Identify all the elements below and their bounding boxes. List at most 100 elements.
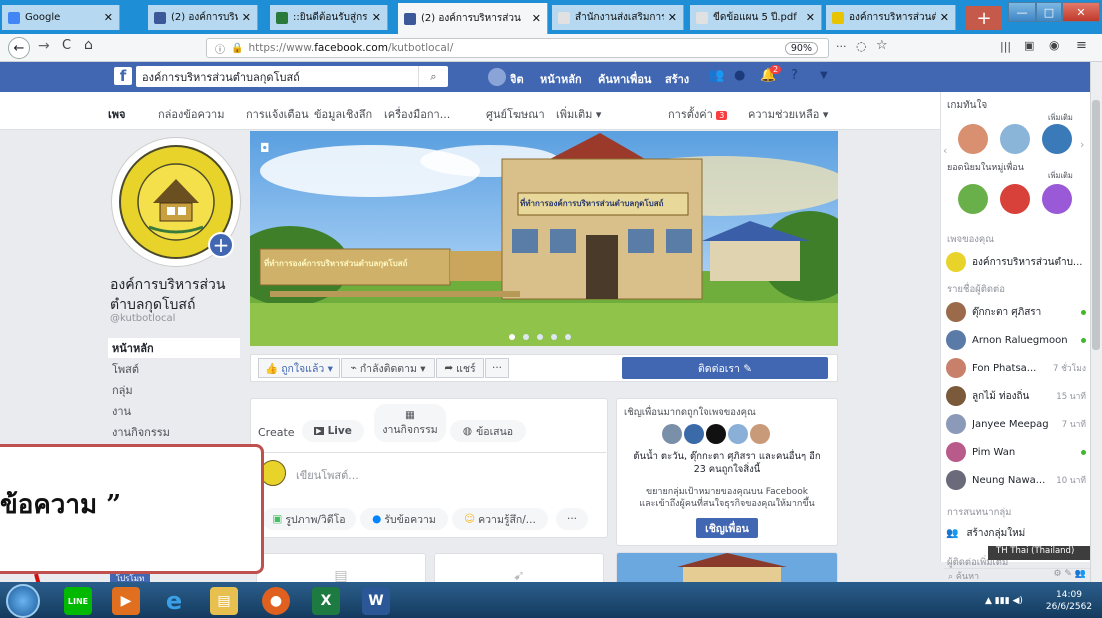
chat-search-input[interactable]: ⌕ ค้นหา ⚙ ✎ 👥 <box>944 568 1090 582</box>
account-menu-icon[interactable]: ▼ <box>820 70 828 81</box>
games-see-all[interactable]: เพิ่มเติม <box>1048 112 1073 124</box>
close-window-button[interactable]: ✕ <box>1062 2 1100 22</box>
contact-us-button[interactable]: ติดต่อเรา ✎ <box>622 357 828 379</box>
file-explorer-icon[interactable]: ▤ <box>210 587 238 615</box>
friend-requests-icon[interactable]: 👥 <box>708 68 724 83</box>
search-icon[interactable]: ⌕ <box>418 66 448 87</box>
browser-tab[interactable]: Google ✕ <box>2 5 120 30</box>
reload-icon[interactable]: C <box>62 38 71 53</box>
game-thumbnail[interactable] <box>958 124 988 154</box>
fb-search-input[interactable]: องค์การบริหารส่วนตำบลกุดโบสถ์ ⌕ <box>136 66 448 87</box>
back-icon[interactable]: ← <box>8 37 30 59</box>
page-menu-item[interactable]: ข้อมูลเชิงลึก <box>314 105 372 123</box>
excel-icon[interactable]: X <box>312 587 340 615</box>
page-photo-card[interactable] <box>616 552 838 586</box>
word-icon[interactable]: W <box>362 587 390 615</box>
page-menu-item[interactable]: เพิ่มเติม ▾ <box>556 105 601 123</box>
forward-icon[interactable]: → <box>38 38 50 54</box>
contact-item[interactable]: Neung Nawa... 10 นาที <box>946 470 1086 490</box>
contact-item[interactable]: Fon Phatsa... 7 ชั่วโมง <box>946 358 1086 378</box>
page-name-line1[interactable]: องค์การบริหารส่วน <box>110 274 225 296</box>
page-menu-item[interactable]: ศูนย์โฆษณา <box>486 105 545 123</box>
page-menu-item[interactable]: เครื่องมือกา... <box>384 105 450 123</box>
chat-settings-icon[interactable]: ⚙ ✎ 👥 <box>1053 569 1086 579</box>
page-nav-item[interactable]: โพสต์ <box>108 359 240 379</box>
line-app-icon[interactable]: LINE <box>64 587 92 615</box>
more-actions-button[interactable]: ··· <box>485 358 509 378</box>
composer-tab-event[interactable]: ▦ งานกิจกรรม <box>374 404 446 442</box>
browser-tab[interactable]: (2) องค์การบริหารส่วน ✕ <box>148 5 258 30</box>
add-photo-button[interactable]: + <box>208 232 234 258</box>
contact-item[interactable]: Pim Wan <box>946 442 1086 462</box>
page-menu-settings[interactable]: การตั้งค่า 3 <box>668 105 728 123</box>
start-button[interactable] <box>6 584 40 618</box>
fb-nav-profile[interactable]: จิต <box>510 70 524 88</box>
maximize-button[interactable]: □ <box>1036 2 1062 22</box>
composer-more-button[interactable]: ··· <box>556 508 588 530</box>
avatar[interactable] <box>488 68 506 86</box>
composer-tab-offer[interactable]: ◍ ข้อเสนอ <box>450 420 526 442</box>
tab-close-icon[interactable]: ✕ <box>372 11 381 24</box>
page-nav-item[interactable]: งานกิจกรรม <box>108 422 240 442</box>
game-thumbnail[interactable] <box>1042 124 1072 154</box>
minimize-button[interactable]: — <box>1008 2 1036 22</box>
game-thumbnail[interactable] <box>1042 184 1072 214</box>
tab-close-icon[interactable]: ✕ <box>806 11 815 24</box>
tab-close-icon[interactable]: ✕ <box>532 12 541 25</box>
page-nav-item[interactable]: งาน <box>108 401 240 421</box>
tab-close-icon[interactable]: ✕ <box>668 11 677 24</box>
create-group-button[interactable]: 👥 สร้างกลุ่มใหม่ <box>946 526 1086 541</box>
pocket-icon[interactable]: ◌ <box>856 39 866 53</box>
info-icon[interactable]: ⓘ <box>215 41 225 56</box>
contact-item[interactable]: ตุ๊กกะตา ศุภิสรา <box>946 302 1086 322</box>
game-thumbnail[interactable] <box>1000 124 1030 154</box>
system-tray-icons[interactable]: ▲ ▮▮▮ ◀) <box>985 596 1023 606</box>
follow-button[interactable]: ⌁ กำลังติดตาม ▾ <box>341 358 435 378</box>
fb-nav-home[interactable]: หน้าหลัก <box>540 70 582 88</box>
browser-tab[interactable]: (2) องค์การบริหารส่วน ✕ <box>398 3 548 34</box>
like-button[interactable]: 👍 ถูกใจแล้ว ▾ <box>258 358 340 378</box>
page-menu-item[interactable]: การแจ้งเตือน <box>246 105 309 123</box>
facebook-logo-icon[interactable]: f <box>114 67 132 85</box>
sidebar-icon[interactable]: ▣ <box>1024 39 1034 52</box>
game-thumbnail[interactable] <box>1000 184 1030 214</box>
messenger-icon[interactable]: ● <box>734 68 745 83</box>
feeling-button[interactable]: ☺ ความรู้สึก/... <box>452 508 548 530</box>
chevron-left-icon[interactable]: ‹ <box>943 144 947 157</box>
ime-language-indicator[interactable]: TH Thai (Thailand) <box>988 546 1092 560</box>
page-nav-item[interactable]: หน้าหลัก <box>108 338 240 358</box>
page-menu-item[interactable]: กล่องข้อความ <box>158 105 224 123</box>
fb-nav-find-friends[interactable]: ค้นหาเพื่อน <box>598 70 651 88</box>
account-icon[interactable]: ◉ <box>1049 38 1059 52</box>
media-player-icon[interactable]: ▶ <box>112 587 140 615</box>
get-messages-button[interactable]: ● รับข้อความ <box>360 508 448 530</box>
composer-tab-create[interactable]: Create <box>258 426 295 439</box>
clock-time[interactable]: 14:09 <box>1042 590 1096 600</box>
firefox-icon[interactable]: ● <box>262 587 290 615</box>
clock-date[interactable]: 26/6/2562 <box>1042 602 1096 612</box>
browser-tab[interactable]: ขีดข้อแผน 5 ปี.pdf ✕ <box>690 5 822 30</box>
scrollbar-thumb[interactable] <box>1092 100 1100 350</box>
composer-tab-live[interactable]: ▶ Live <box>302 420 364 442</box>
page-menu-help[interactable]: ความช่วยเหลือ ▾ <box>748 105 828 123</box>
tab-close-icon[interactable]: ✕ <box>242 11 251 24</box>
library-icon[interactable]: ||| <box>1000 40 1011 53</box>
zoom-level[interactable]: 90% <box>784 41 818 55</box>
tab-close-icon[interactable]: ✕ <box>940 11 949 24</box>
url-bar[interactable]: ⓘ 🔒 https://www. facebook.com/kutbotlocal… <box>206 38 829 58</box>
page-nav-item[interactable]: กลุ่ม <box>108 380 240 400</box>
page-handle[interactable]: @kutbotlocal <box>110 313 175 324</box>
menu-icon[interactable]: ≡ <box>1076 38 1087 53</box>
browser-tab[interactable]: ::ยินดีต้อนรับสู่กรมส่งเ ✕ <box>270 5 388 30</box>
internet-explorer-icon[interactable]: e <box>160 587 188 615</box>
composer-input[interactable]: เขียนโพสต์... <box>296 466 359 484</box>
photo-video-button[interactable]: ▣ รูปภาพ/วิดีโอ <box>262 508 356 530</box>
home-icon[interactable]: ⌂ <box>84 37 93 53</box>
help-icon[interactable]: ? <box>791 68 798 83</box>
page-actions-button[interactable]: ··· <box>836 40 847 53</box>
page-menu-item[interactable]: เพจ <box>108 105 125 123</box>
share-button[interactable]: ➦ แชร์ <box>436 358 484 378</box>
fb-nav-create[interactable]: สร้าง <box>665 70 689 88</box>
your-page-item[interactable]: องค์การบริหารส่วนตำบ... <box>946 252 1086 272</box>
camera-icon[interactable]: ◘ <box>260 141 270 155</box>
